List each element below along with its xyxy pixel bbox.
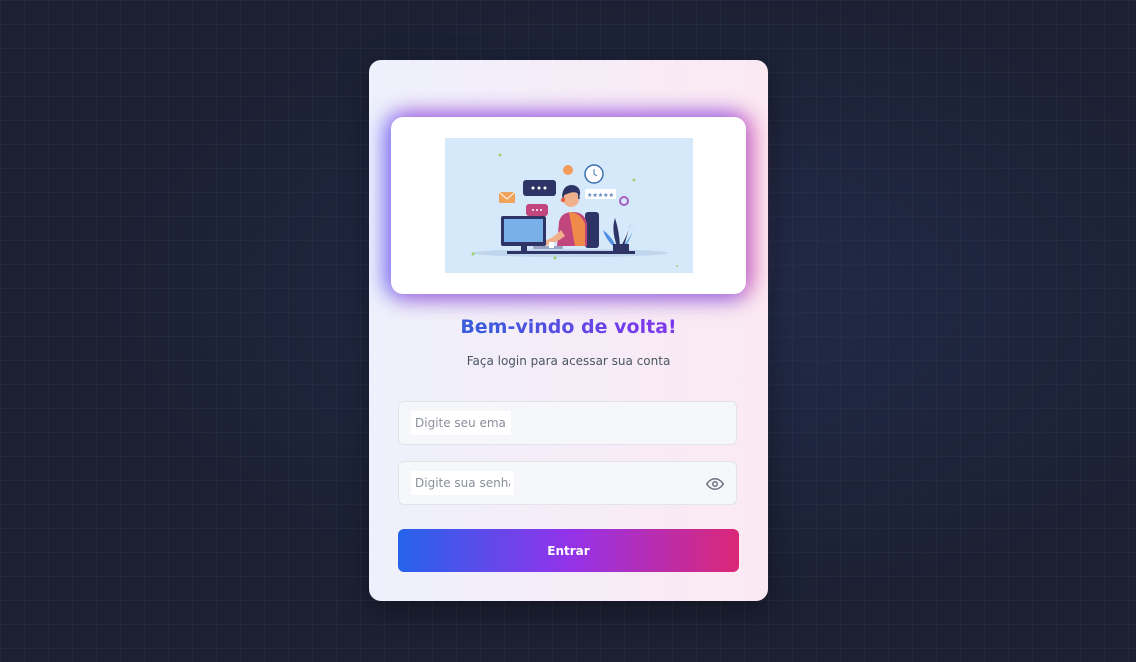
email-input[interactable]	[411, 411, 511, 435]
password-input[interactable]	[411, 471, 514, 495]
password-field-container	[398, 461, 737, 505]
page-title: Bem-vindo de volta!	[369, 316, 768, 338]
svg-text:★★★★★: ★★★★★	[587, 192, 614, 199]
login-button[interactable]: Entrar	[398, 529, 739, 572]
illustration-frame: ★★★★★	[391, 117, 746, 294]
email-field-container	[398, 401, 737, 445]
page-subtitle: Faça login para acessar sua conta	[466, 354, 671, 368]
login-card: ★★★★★ Bem-vindo de volta! Faça login par…	[369, 60, 768, 601]
eye-icon[interactable]	[706, 475, 724, 493]
customer-support-illustration: ★★★★★	[445, 138, 693, 273]
